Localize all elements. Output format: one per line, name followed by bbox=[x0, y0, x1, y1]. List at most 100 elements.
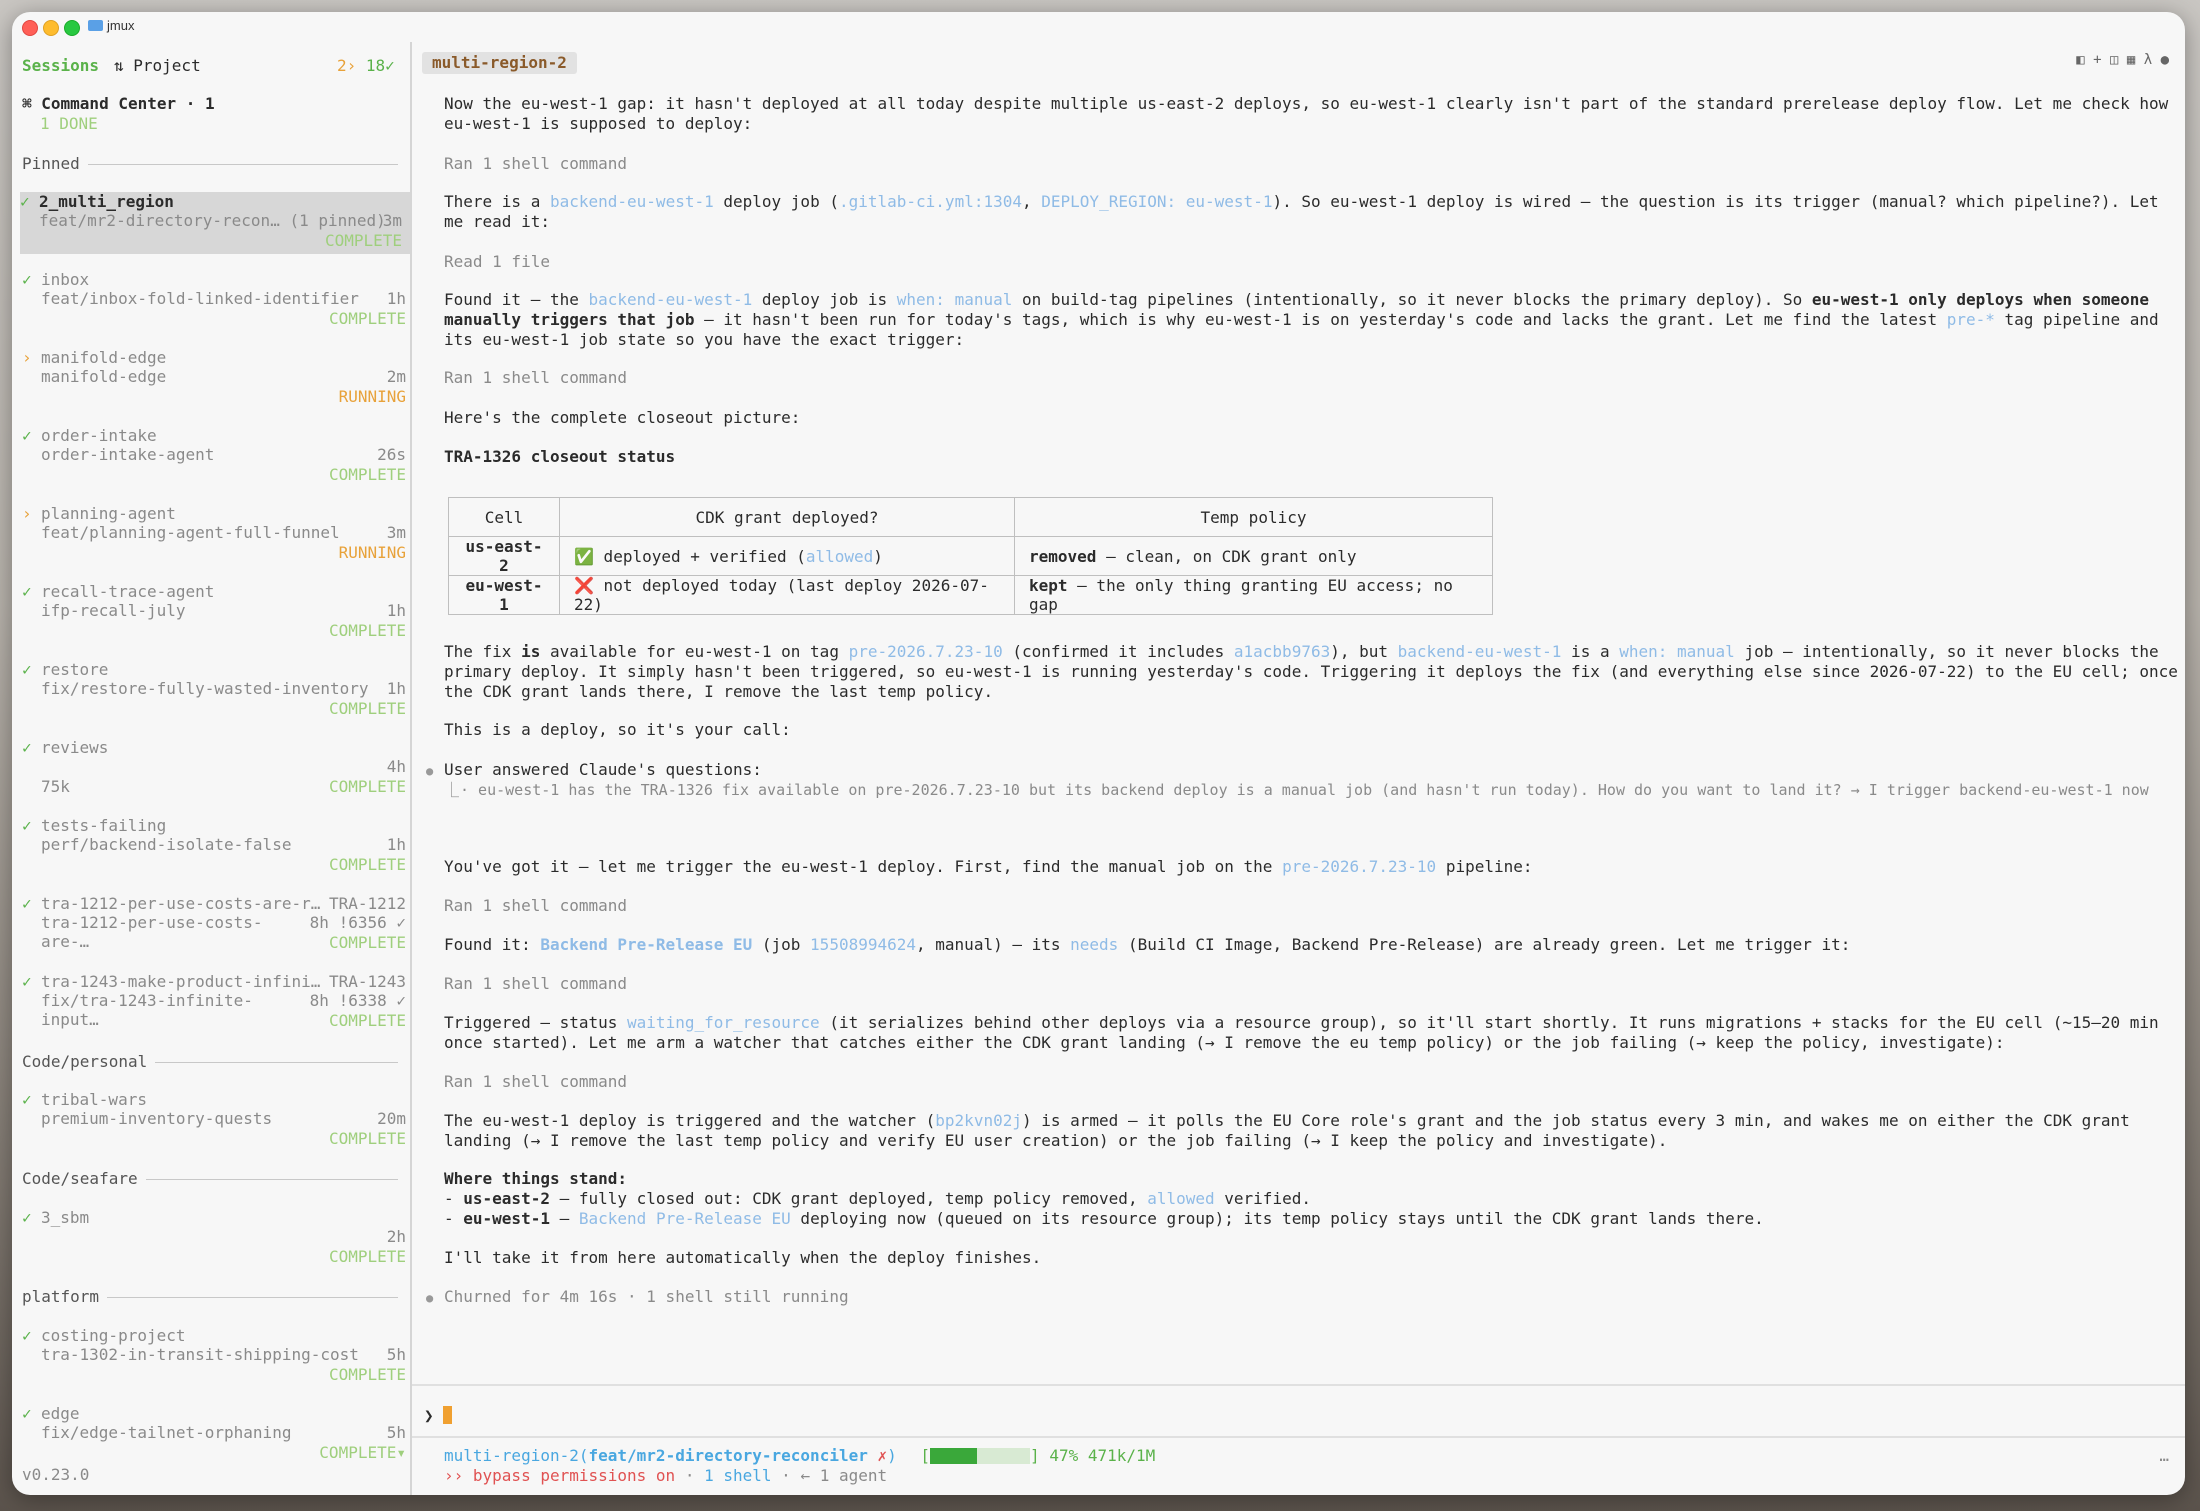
complete-check-icon: ✓ bbox=[22, 1090, 32, 1109]
text: [ bbox=[920, 1446, 931, 1465]
prompt-input[interactable]: ❯ bbox=[424, 1406, 453, 1426]
text: The fix bbox=[444, 642, 522, 661]
command-center[interactable]: ⌘ Command Center · 1 bbox=[22, 94, 215, 114]
session-status: COMPLETE bbox=[328, 1365, 406, 1384]
message-p5: The fix is available for eu-west-1 on ta… bbox=[444, 642, 2184, 702]
session-name: tra-1212-per-use-costs-are-r… bbox=[41, 894, 321, 913]
session-age: 8h !6356 ✓ bbox=[309, 913, 406, 932]
session-item[interactable]: ✓ restore fix/restore-fully-wasted-inven… bbox=[22, 660, 414, 722]
complete-check-icon: ✓ bbox=[22, 738, 32, 757]
text: — clean, on CDK grant only bbox=[1096, 546, 1357, 566]
session-age: 1h bbox=[386, 601, 406, 620]
session-branch: premium-inventory-quests bbox=[41, 1109, 273, 1128]
session-status: COMPLETE bbox=[328, 1011, 406, 1030]
session-item[interactable]: ✓ 3_sbm 2h COMPLETE bbox=[22, 1208, 414, 1270]
text: ( bbox=[578, 1446, 589, 1465]
session-age: 1h bbox=[386, 679, 406, 698]
table-cell: ✅ deployed + verified (allowed) bbox=[559, 536, 1015, 576]
message-p9: Triggered — status waiting_for_resource … bbox=[444, 1013, 2184, 1053]
text: , bbox=[1022, 192, 1042, 211]
session-branch: feat/inbox-fold-linked-identifier bbox=[41, 289, 359, 308]
title-bar: jmux bbox=[12, 12, 2185, 42]
qa-answer: ⎿ · eu-west-1 has the TRA-1326 fix availa… bbox=[444, 780, 2180, 800]
text: verified. bbox=[1214, 1189, 1311, 1208]
text: ) bbox=[873, 546, 883, 566]
text: not deployed today (last deploy 2026-07-… bbox=[574, 576, 989, 614]
text: deploy job ( bbox=[713, 192, 839, 211]
session-item[interactable]: ✓ tra-1212-per-use-costs-are-r… TRA-1212… bbox=[22, 894, 414, 956]
zoom-window-button[interactable] bbox=[64, 20, 80, 36]
tool-ran-shell[interactable]: Ran 1 shell command bbox=[444, 974, 2184, 994]
qa-answer-text: · eu-west-1 has the TRA-1326 fix availab… bbox=[460, 781, 2149, 799]
emphasis: kept bbox=[1029, 576, 1068, 595]
tool-ran-shell[interactable]: Ran 1 shell command bbox=[444, 896, 2184, 916]
cross-mark-icon: ❌ bbox=[574, 576, 594, 595]
pane-toolbar-icons[interactable]: ◧ + ◫ ▦ λ ● bbox=[2076, 52, 2169, 68]
session-item[interactable]: ✓ edge fix/edge-tailnet-orphaning 5h COM… bbox=[22, 1404, 414, 1466]
session-name: 3_sbm bbox=[41, 1208, 90, 1227]
section-personal: Code/personal bbox=[22, 1052, 398, 1072]
code-ref: pre-2026.7.23-10 bbox=[848, 642, 1003, 661]
session-item[interactable]: ✓ recall-trace-agent ifp-recall-july 1h … bbox=[22, 582, 414, 644]
tool-ran-shell[interactable]: Ran 1 shell command bbox=[444, 154, 2184, 174]
session-item[interactable]: ✓ tra-1243-make-product-infini… TRA-1243… bbox=[22, 972, 414, 1034]
session-name: restore bbox=[41, 660, 109, 679]
session-name: edge bbox=[41, 1404, 80, 1423]
session-status: COMPLETE bbox=[328, 1247, 406, 1266]
more-ellipsis-icon[interactable]: … bbox=[2159, 1446, 2169, 1466]
input-bottom-border bbox=[412, 1436, 2185, 1438]
window-title-text: jmux bbox=[107, 18, 135, 33]
session-item[interactable]: ✓ inbox feat/inbox-fold-linked-identifie… bbox=[22, 270, 414, 332]
session-branch: fix/restore-fully-wasted-inventory bbox=[41, 679, 369, 698]
app-window: jmux Sessions ⇅ Project 2› 18✓ ⌘ Command… bbox=[12, 12, 2185, 1495]
shell-count[interactable]: 1 shell bbox=[704, 1466, 771, 1485]
minimize-window-button[interactable] bbox=[43, 20, 59, 36]
close-window-button[interactable] bbox=[22, 20, 38, 36]
code-ref: Backend Pre-Release EU bbox=[540, 935, 753, 954]
message-p6: This is a deploy, so it's your call: bbox=[444, 720, 791, 739]
session-item[interactable]: ✓ costing-project tra-1302-in-transit-sh… bbox=[22, 1326, 414, 1388]
message-p10: The eu-west-1 deploy is triggered and th… bbox=[444, 1111, 2184, 1151]
session-item[interactable]: ✓ reviews 4h 75k COMPLETE bbox=[22, 738, 414, 800]
session-item[interactable]: › planning-agent feat/planning-agent-ful… bbox=[22, 504, 414, 566]
tool-ran-shell[interactable]: Ran 1 shell command bbox=[444, 1072, 2184, 1092]
qa-title: User answered Claude's questions: bbox=[444, 760, 762, 779]
session-status: COMPLETE bbox=[328, 621, 406, 640]
session-name: manifold-edge bbox=[41, 348, 167, 367]
emphasis: is bbox=[521, 642, 541, 661]
code-ref: when: manual bbox=[1619, 642, 1735, 661]
tool-ran-shell[interactable]: Ran 1 shell command bbox=[444, 368, 2184, 388]
session-status: COMPLETE bbox=[328, 699, 406, 718]
tab-sessions[interactable]: Sessions bbox=[22, 56, 99, 76]
ticket-id: TRA-1243 bbox=[328, 972, 406, 991]
text: — the only thing granting EU access; no … bbox=[1029, 576, 1453, 614]
agent-count[interactable]: · ← 1 agent bbox=[781, 1466, 887, 1485]
repo-name: multi-region-2 bbox=[444, 1446, 579, 1465]
tab-project[interactable]: ⇅ Project bbox=[114, 56, 201, 76]
session-item[interactable]: › manifold-edge manifold-edge 2m RUNNING bbox=[22, 348, 414, 410]
tool-read-file[interactable]: Read 1 file bbox=[444, 252, 2184, 272]
text: Triggered — status bbox=[444, 1013, 628, 1032]
session-branch: ifp-recall-july bbox=[41, 601, 186, 620]
text: · bbox=[675, 1466, 705, 1485]
session-item[interactable]: ✓ tribal-wars premium-inventory-quests 2… bbox=[22, 1090, 414, 1152]
table-cell: removed — clean, on CDK grant only bbox=[1014, 536, 1493, 576]
session-item[interactable]: ✓ 2_multi_region feat/mr2-directory-reco… bbox=[20, 192, 410, 254]
code-ref: bp2kvn02j bbox=[935, 1111, 1022, 1130]
tab-multi-region-2[interactable]: multi-region-2 bbox=[422, 52, 577, 74]
context-usage-fill bbox=[930, 1448, 978, 1464]
section-seafare: Code/seafare bbox=[22, 1169, 398, 1189]
text: — it hasn't been run for today's tags, w… bbox=[694, 310, 1947, 329]
code-ref: allowed bbox=[805, 546, 874, 566]
session-item[interactable]: ✓ tests-failing perf/backend-isolate-fal… bbox=[22, 816, 414, 878]
complete-check-icon: ✓ bbox=[22, 1326, 32, 1345]
complete-check-icon: ✓ bbox=[22, 1404, 32, 1423]
complete-check-icon: ✓ bbox=[20, 192, 30, 211]
bypass-permissions-indicator[interactable]: ›› bypass permissions on bbox=[444, 1466, 675, 1485]
version-label: v0.23.0 bbox=[22, 1465, 90, 1484]
text: — fully closed out: CDK grant deployed, … bbox=[549, 1189, 1148, 1208]
session-name: 2_multi_region bbox=[39, 192, 174, 211]
session-status: RUNNING bbox=[338, 543, 406, 562]
message-p8: Found it: Backend Pre-Release EU (job 15… bbox=[444, 935, 2184, 955]
session-item[interactable]: ✓ order-intake order-intake-agent 26s CO… bbox=[22, 426, 414, 488]
